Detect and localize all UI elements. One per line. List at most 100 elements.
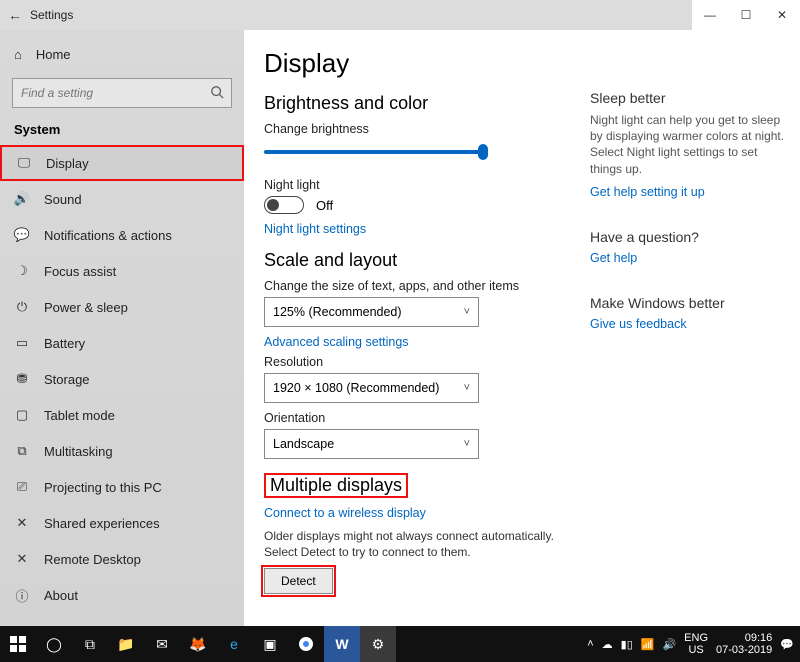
section-scale-layout: Scale and layout xyxy=(264,250,570,271)
sound-icon: 🔊 xyxy=(14,191,30,207)
tray-language[interactable]: ENGUS xyxy=(684,632,708,656)
sidebar-item-label: Display xyxy=(46,156,89,171)
chrome-icon[interactable] xyxy=(288,626,324,662)
about-icon: ⓘ xyxy=(14,587,30,603)
sidebar-item-label: Notifications & actions xyxy=(44,228,172,243)
sidebar: ⌂ Home System 🖵 Display 🔊 Sound 💬 Notificat… xyxy=(0,30,244,626)
sidebar-item-label: Projecting to this PC xyxy=(44,480,162,495)
sidebar-item-focus-assist[interactable]: ☽ Focus assist xyxy=(0,253,244,289)
titlebar: ← Settings — ☐ ✕ xyxy=(0,0,800,30)
sidebar-item-remote-desktop[interactable]: ✕Remote Desktop xyxy=(0,541,244,577)
tray-wifi-icon[interactable]: 📶 xyxy=(641,638,655,651)
sidebar-item-about[interactable]: ⓘ About xyxy=(0,577,244,613)
aside-sleep-body: Night light can help you get to sleep by… xyxy=(590,112,786,177)
window-title: Settings xyxy=(30,8,73,22)
section-multiple-displays: Multiple displays xyxy=(264,473,570,498)
home-row[interactable]: ⌂ Home xyxy=(0,36,244,72)
edge-icon[interactable]: e xyxy=(216,626,252,662)
tray-volume-icon[interactable]: 🔊 xyxy=(662,638,676,651)
sidebar-item-label: Battery xyxy=(44,336,85,351)
link-feedback[interactable]: Give us feedback xyxy=(590,317,786,331)
brightness-slider[interactable] xyxy=(264,140,570,164)
minimize-button[interactable]: — xyxy=(692,0,728,30)
taskview-icon[interactable]: ⧉ xyxy=(72,626,108,662)
page-title: Display xyxy=(264,48,570,79)
link-advanced-scaling[interactable]: Advanced scaling settings xyxy=(264,335,570,349)
sidebar-item-multitasking[interactable]: ⧉Multitasking xyxy=(0,433,244,469)
shared-icon: ✕ xyxy=(14,515,30,531)
note-older-displays: Older displays might not always connect … xyxy=(264,528,570,560)
sidebar-item-sound[interactable]: 🔊 Sound xyxy=(0,181,244,217)
link-wireless-display[interactable]: Connect to a wireless display xyxy=(264,506,570,520)
sidebar-item-label: Storage xyxy=(44,372,90,387)
sidebar-item-label: Sound xyxy=(44,192,82,207)
sidebar-item-label: Remote Desktop xyxy=(44,552,141,567)
sidebar-item-tablet-mode[interactable]: ▢ Tablet mode xyxy=(0,397,244,433)
start-button[interactable] xyxy=(0,626,36,662)
projecting-icon: ⎚ xyxy=(14,479,30,495)
sidebar-item-label: About xyxy=(44,588,78,603)
sidebar-group-title: System xyxy=(0,118,244,145)
settings-taskbar-icon[interactable]: ⚙ xyxy=(360,626,396,662)
sidebar-item-shared-experiences[interactable]: ✕ Shared experiences xyxy=(0,505,244,541)
sidebar-item-label: Shared experiences xyxy=(44,516,160,531)
night-light-state: Off xyxy=(316,198,333,213)
home-icon: ⌂ xyxy=(14,47,22,62)
close-button[interactable]: ✕ xyxy=(764,0,800,30)
multitasking-icon: ⧉ xyxy=(14,443,30,459)
mail-icon[interactable]: ✉ xyxy=(144,626,180,662)
dropdown-value: Landscape xyxy=(273,437,334,451)
chevron-down-icon: ˅ xyxy=(464,306,470,318)
sidebar-item-projecting[interactable]: ⎚ Projecting to this PC xyxy=(0,469,244,505)
label-night-light: Night light xyxy=(264,178,570,192)
night-light-toggle[interactable] xyxy=(264,196,304,214)
tray-onedrive-icon[interactable]: ☁ xyxy=(602,638,613,651)
display-icon: 🖵 xyxy=(16,155,32,171)
label-text-size: Change the size of text, apps, and other… xyxy=(264,279,570,293)
link-sleep-help[interactable]: Get help setting it up xyxy=(590,185,786,199)
chevron-down-icon: ˅ xyxy=(464,382,470,394)
dropdown-resolution[interactable]: 1920 × 1080 (Recommended) ˅ xyxy=(264,373,479,403)
link-night-light-settings[interactable]: Night light settings xyxy=(264,222,570,236)
cortana-icon[interactable]: ◯ xyxy=(36,626,72,662)
notifications-icon: 💬 xyxy=(14,227,30,243)
tray-clock[interactable]: 09:1607-03-2019 xyxy=(716,632,772,656)
file-explorer-icon[interactable]: 📁 xyxy=(108,626,144,662)
tray-notifications-icon[interactable]: 💬 xyxy=(780,638,794,651)
sidebar-item-battery[interactable]: ▭ Battery xyxy=(0,325,244,361)
tray-battery-icon[interactable]: ▮▯ xyxy=(621,638,633,651)
word-icon[interactable]: W xyxy=(324,626,360,662)
sidebar-item-label: Power & sleep xyxy=(44,300,128,315)
dropdown-value: 1920 × 1080 (Recommended) xyxy=(273,381,439,395)
taskbar: ◯ ⧉ 📁 ✉ 🦊 e ▣ W ⚙ ˄ ☁ ▮▯ 📶 🔊 ENGUS 09:16… xyxy=(0,626,800,662)
detect-button[interactable]: Detect xyxy=(264,568,333,594)
sidebar-item-label: Focus assist xyxy=(44,264,116,279)
back-button[interactable]: ← xyxy=(0,7,30,23)
label-orientation: Orientation xyxy=(264,411,570,425)
terminal-icon[interactable]: ▣ xyxy=(252,626,288,662)
maximize-button[interactable]: ☐ xyxy=(728,0,764,30)
dropdown-orientation[interactable]: Landscape ˅ xyxy=(264,429,479,459)
label-resolution: Resolution xyxy=(264,355,570,369)
sidebar-item-display[interactable]: 🖵 Display xyxy=(0,145,244,181)
tablet-icon: ▢ xyxy=(14,407,30,423)
sidebar-item-label: Tablet mode xyxy=(44,408,115,423)
sidebar-item-notifications[interactable]: 💬 Notifications & actions xyxy=(0,217,244,253)
link-get-help[interactable]: Get help xyxy=(590,251,786,265)
dropdown-text-size[interactable]: 125% (Recommended) ˅ xyxy=(264,297,479,327)
power-icon: ⏻ xyxy=(14,299,30,315)
slider-thumb-icon xyxy=(478,144,488,160)
sidebar-item-power-sleep[interactable]: ⏻ Power & sleep xyxy=(0,289,244,325)
focus-assist-icon: ☽ xyxy=(14,263,30,279)
search-icon xyxy=(210,85,224,99)
sidebar-item-storage[interactable]: ⛃Storage xyxy=(0,361,244,397)
search-input[interactable] xyxy=(12,78,232,108)
firefox-icon[interactable]: 🦊 xyxy=(180,626,216,662)
battery-icon: ▭ xyxy=(14,335,30,351)
aside-question-title: Have a question? xyxy=(590,229,786,245)
aside-feedback-title: Make Windows better xyxy=(590,295,786,311)
tray-chevron-icon[interactable]: ˄ xyxy=(587,638,593,650)
main-content: Display Brightness and color Change brig… xyxy=(244,30,590,626)
section-brightness: Brightness and color xyxy=(264,93,570,114)
chevron-down-icon: ˅ xyxy=(464,438,470,450)
